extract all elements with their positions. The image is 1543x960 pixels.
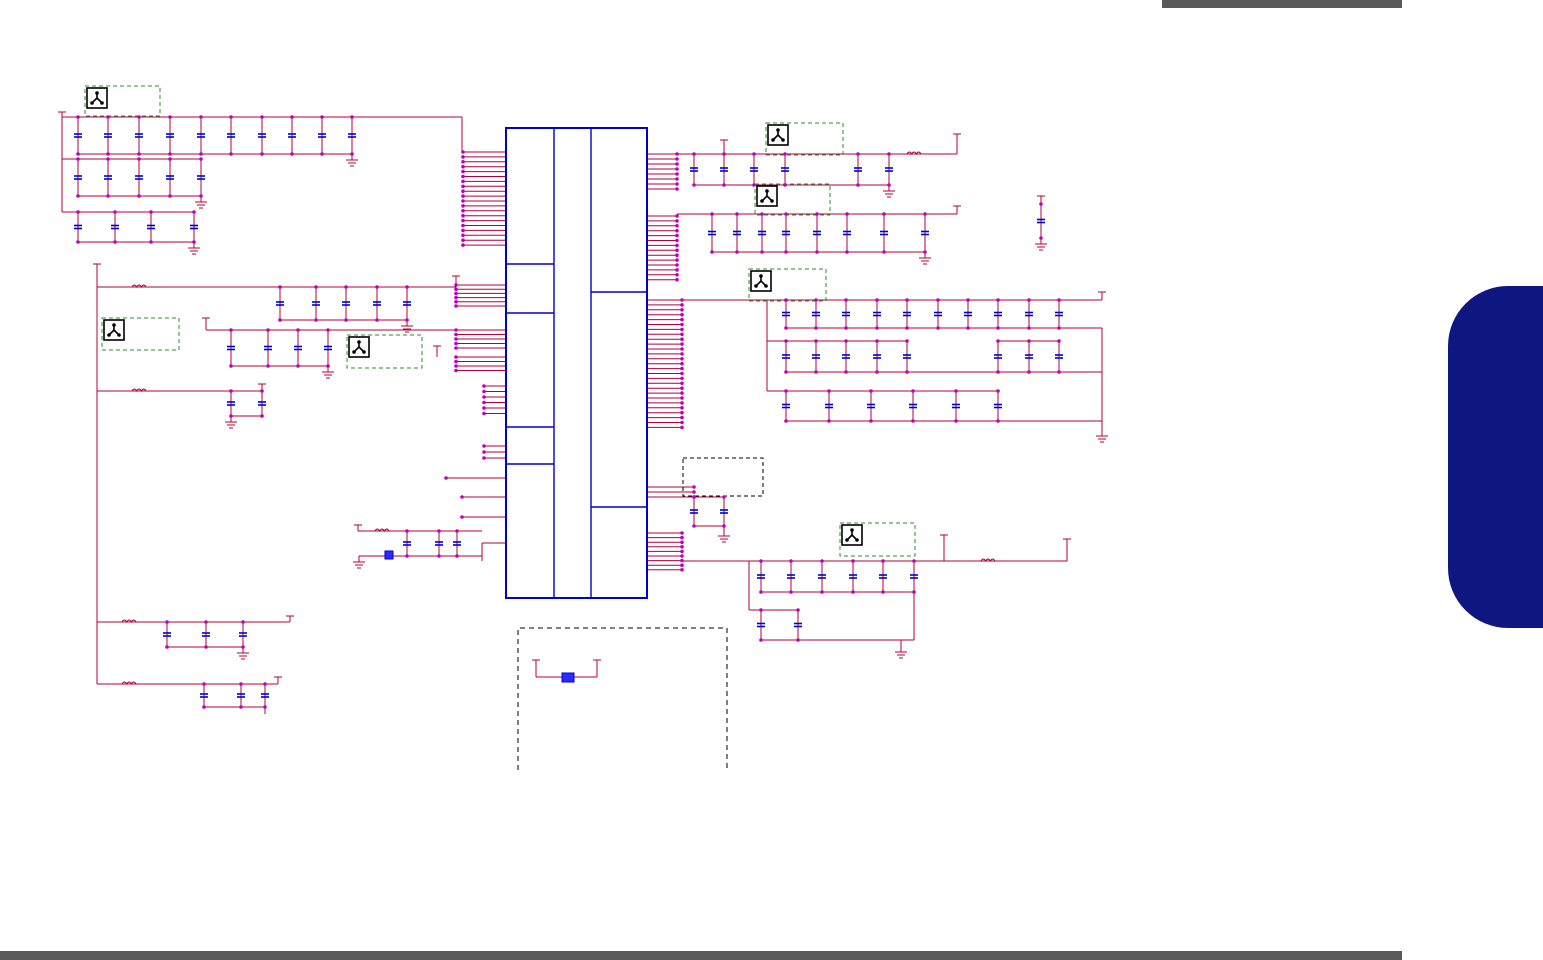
pcb-layout-note-icon [103, 319, 125, 341]
pcb-layout-note-icon [750, 270, 772, 292]
main-ic-chip [505, 127, 648, 599]
pcb-layout-note-icon [756, 185, 778, 207]
pcb-layout-note-icon [348, 336, 370, 358]
pcb-layout-note-icon [767, 124, 789, 146]
pcb-layout-note-icon [86, 87, 108, 109]
schematic-diagram [58, 85, 1108, 770]
pcb-layout-note-icon [841, 524, 863, 546]
